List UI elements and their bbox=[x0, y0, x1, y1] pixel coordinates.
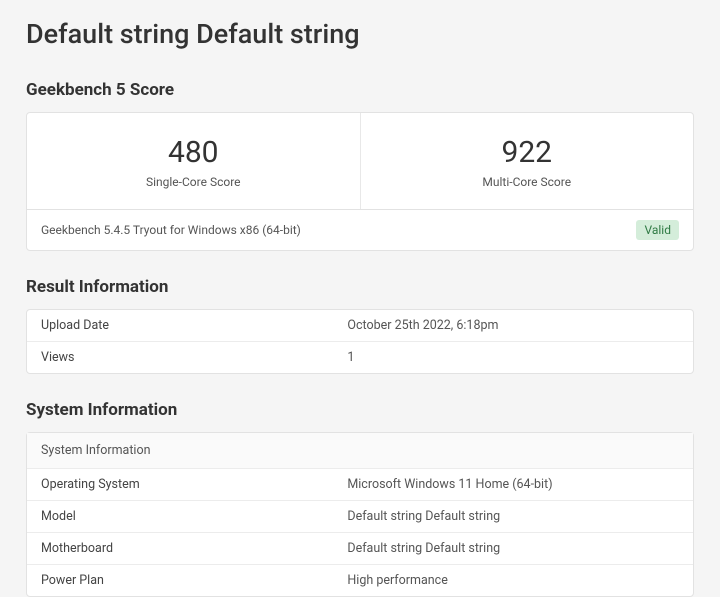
table-row: Power Plan High performance bbox=[27, 565, 693, 597]
system-info-value: Default string Default string bbox=[333, 501, 693, 533]
page-title: Default string Default string bbox=[26, 18, 694, 50]
result-info-value: 1 bbox=[333, 342, 693, 374]
system-info-table: System Information Operating System Micr… bbox=[27, 433, 693, 596]
system-info-key: Motherboard bbox=[27, 533, 333, 565]
version-text: Geekbench 5.4.5 Tryout for Windows x86 (… bbox=[41, 223, 301, 237]
status-badge: Valid bbox=[636, 220, 679, 240]
single-core-label: Single-Core Score bbox=[37, 175, 350, 189]
table-row: Model Default string Default string bbox=[27, 501, 693, 533]
table-row: Upload Date October 25th 2022, 6:18pm bbox=[27, 310, 693, 342]
result-info-value: October 25th 2022, 6:18pm bbox=[333, 310, 693, 342]
system-info-card: System Information Operating System Micr… bbox=[26, 432, 694, 597]
single-core-value: 480 bbox=[37, 135, 350, 171]
score-card: 480 Single-Core Score 922 Multi-Core Sco… bbox=[26, 112, 694, 251]
system-info-key: Power Plan bbox=[27, 565, 333, 597]
system-info-value: Microsoft Windows 11 Home (64-bit) bbox=[333, 469, 693, 501]
result-info-heading: Result Information bbox=[26, 277, 694, 297]
table-row: Motherboard Default string Default strin… bbox=[27, 533, 693, 565]
table-row: Views 1 bbox=[27, 342, 693, 374]
multi-core-value: 922 bbox=[371, 135, 684, 171]
multi-core-cell: 922 Multi-Core Score bbox=[361, 113, 694, 209]
system-info-key: Operating System bbox=[27, 469, 333, 501]
multi-core-label: Multi-Core Score bbox=[371, 175, 684, 189]
result-info-key: Upload Date bbox=[27, 310, 333, 342]
version-row: Geekbench 5.4.5 Tryout for Windows x86 (… bbox=[27, 209, 693, 250]
system-info-value: High performance bbox=[333, 565, 693, 597]
system-info-value: Default string Default string bbox=[333, 533, 693, 565]
system-info-subheader: System Information bbox=[27, 433, 693, 469]
system-info-subheader-row: System Information bbox=[27, 433, 693, 469]
system-info-key: Model bbox=[27, 501, 333, 533]
score-row: 480 Single-Core Score 922 Multi-Core Sco… bbox=[27, 113, 693, 209]
table-row: Operating System Microsoft Windows 11 Ho… bbox=[27, 469, 693, 501]
result-info-table: Upload Date October 25th 2022, 6:18pm Vi… bbox=[27, 310, 693, 373]
score-section-heading: Geekbench 5 Score bbox=[26, 80, 694, 100]
result-info-card: Upload Date October 25th 2022, 6:18pm Vi… bbox=[26, 309, 694, 374]
result-info-key: Views bbox=[27, 342, 333, 374]
system-info-heading: System Information bbox=[26, 400, 694, 420]
single-core-cell: 480 Single-Core Score bbox=[27, 113, 360, 209]
